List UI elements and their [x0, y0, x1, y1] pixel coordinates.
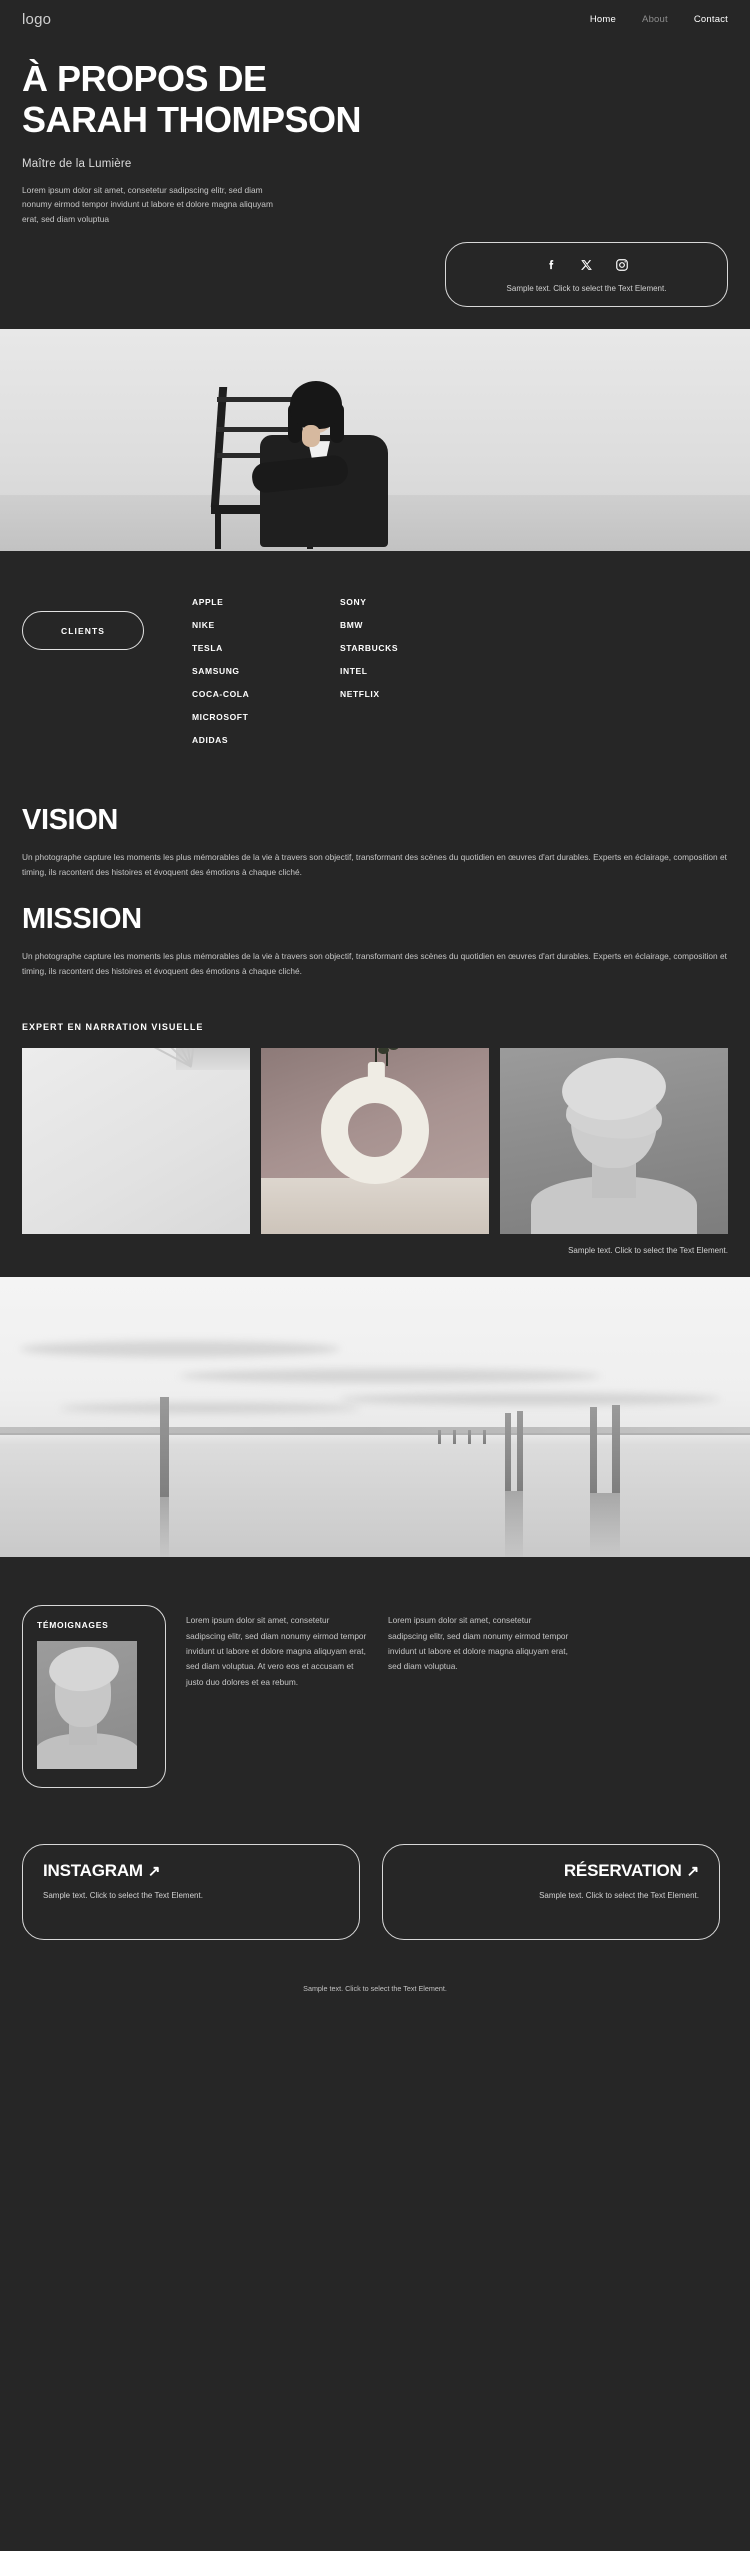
social-icon-row — [456, 257, 717, 273]
testimonials-section: TÉMOIGNAGES Lorem ipsum dolor sit amet, … — [0, 1557, 750, 1789]
reservation-cta-note: Sample text. Click to select the Text El… — [539, 1891, 699, 1901]
vision-block: VISION Un photographe capture les moment… — [22, 804, 728, 879]
vision-heading: VISION — [22, 804, 118, 837]
x-twitter-icon[interactable] — [580, 257, 593, 273]
client-item: INTEL — [340, 666, 368, 677]
landscape-horizon — [0, 1433, 750, 1436]
hero-lead-paragraph: Lorem ipsum dolor sit amet, consetetur s… — [22, 184, 273, 224]
client-item: MICROSOFT — [192, 712, 249, 723]
page-root: logo Home About Contact À PROPOS DE SARA… — [0, 0, 750, 2551]
client-item: SAMSUNG — [192, 666, 240, 677]
arrow-up-right-icon: ↗ — [147, 1863, 161, 1881]
hero-section: À PROPOS DE SARAH THOMPSON Maître de la … — [0, 38, 750, 226]
gallery-note: Sample text. Click to select the Text El… — [568, 1246, 728, 1256]
social-card-note: Sample text. Click to select the Text El… — [506, 284, 667, 294]
footer-note: Sample text. Click to select the Text El… — [303, 1984, 447, 1994]
client-item: COCA-COLA — [192, 689, 250, 700]
client-item: SONY — [340, 597, 367, 608]
instagram-cta-note: Sample text. Click to select the Text El… — [43, 1891, 203, 1901]
instagram-cta-title: INSTAGRAM ↗ — [43, 1861, 339, 1881]
landscape-post — [505, 1413, 511, 1492]
clients-column-1: APPLE NIKE TESLA SAMSUNG COCA-COLA MICRO… — [192, 597, 340, 758]
cta-section: INSTAGRAM ↗ Sample text. Click to select … — [0, 1788, 750, 1941]
client-item: STARBUCKS — [340, 643, 399, 654]
hero-photo-person — [246, 381, 394, 548]
mission-block: MISSION Un photographe capture les momen… — [22, 903, 728, 978]
testimonial-text-1: Lorem ipsum dolor sit amet, consetetur s… — [186, 1615, 367, 1687]
page-title-line1: À PROPOS DE — [22, 58, 267, 99]
hero-subtitle: Maître de la Lumière — [22, 157, 132, 170]
vision-mission-section: VISION Un photographe capture les moment… — [0, 768, 750, 978]
landscape-photo — [0, 1277, 750, 1558]
arrow-up-right-icon: ↗ — [686, 1863, 700, 1881]
nav-links: Home About Contact — [590, 14, 728, 25]
page-title: À PROPOS DE SARAH THOMPSON — [22, 58, 728, 141]
instagram-icon[interactable] — [615, 257, 629, 273]
testimonials-title: TÉMOIGNAGES — [37, 1620, 109, 1631]
clients-columns: APPLE NIKE TESLA SAMSUNG COCA-COLA MICRO… — [192, 597, 488, 758]
client-item: APPLE — [192, 597, 224, 608]
client-item: ADIDAS — [192, 735, 229, 746]
nav-link-about[interactable]: About — [642, 14, 668, 25]
landscape-post — [160, 1397, 169, 1498]
reservation-cta-title: RÉSERVATION ↗ — [403, 1861, 699, 1881]
clients-section: CLIENTS APPLE NIKE TESLA SAMSUNG COCA-CO… — [0, 551, 750, 768]
client-item: TESLA — [192, 643, 223, 654]
facebook-icon[interactable] — [545, 257, 558, 273]
nav-link-home[interactable]: Home — [590, 14, 616, 25]
gallery-row — [0, 1032, 750, 1235]
testimonial-text-2: Lorem ipsum dolor sit amet, consetetur s… — [388, 1615, 569, 1672]
clients-pill[interactable]: CLIENTS — [22, 611, 144, 651]
vision-body: Un photographe capture les moments les p… — [22, 852, 727, 877]
instagram-cta-card[interactable]: INSTAGRAM ↗ Sample text. Click to select … — [22, 1844, 360, 1941]
mission-body: Un photographe capture les moments les p… — [22, 951, 727, 976]
client-item: BMW — [340, 620, 364, 631]
testimonials-photo — [37, 1641, 137, 1770]
client-item: NETFLIX — [340, 689, 380, 700]
reservation-cta-label: RÉSERVATION — [563, 1861, 682, 1881]
landscape-post — [590, 1407, 597, 1494]
nav-link-contact[interactable]: Contact — [694, 14, 728, 25]
mission-heading: MISSION — [22, 903, 142, 936]
landscape-post — [612, 1405, 620, 1494]
top-navigation: logo Home About Contact — [0, 0, 750, 38]
hero-photo — [0, 329, 750, 552]
social-card-wrapper: Sample text. Click to select the Text El… — [0, 226, 750, 308]
gallery-image-2[interactable] — [261, 1048, 489, 1235]
gallery-image-1[interactable] — [22, 1048, 250, 1235]
instagram-cta-label: INSTAGRAM — [43, 1861, 143, 1881]
social-card: Sample text. Click to select the Text El… — [445, 242, 728, 308]
site-logo[interactable]: logo — [22, 11, 51, 28]
gallery-image-3[interactable] — [500, 1048, 728, 1235]
landscape-post — [517, 1411, 523, 1492]
reservation-cta-card[interactable]: RÉSERVATION ↗ Sample text. Click to selec… — [382, 1844, 720, 1941]
clients-column-2: SONY BMW STARBUCKS INTEL NETFLIX — [340, 597, 488, 758]
page-title-line2: SARAH THOMPSON — [22, 99, 362, 141]
gallery-heading: EXPERT EN NARRATION VISUELLE — [22, 1022, 204, 1033]
testimonials-card: TÉMOIGNAGES — [22, 1605, 166, 1789]
client-item: NIKE — [192, 620, 215, 631]
